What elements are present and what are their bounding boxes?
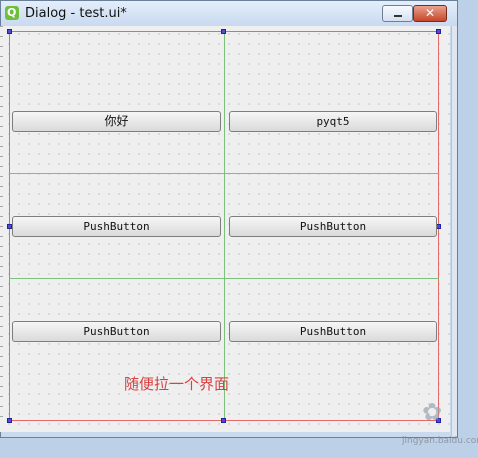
push-button-row3-right[interactable]: PushButton xyxy=(229,321,437,342)
baidu-watermark: ✿ jingyan.baidu.com xyxy=(402,398,478,452)
left-ruler xyxy=(0,26,3,426)
window-title: Dialog - test.ui* xyxy=(25,6,127,21)
grid-divider-horizontal-2 xyxy=(9,278,439,279)
qt-designer-icon: Q xyxy=(5,6,19,20)
resize-handle-top-right[interactable] xyxy=(436,29,441,34)
push-button-pyqt5[interactable]: pyqt5 xyxy=(229,111,437,132)
minimize-icon xyxy=(394,15,402,17)
baidu-paw-icon: ✿ xyxy=(422,398,443,426)
grid-divider-vertical xyxy=(224,31,225,421)
close-button[interactable]: ✕ xyxy=(413,5,447,22)
resize-handle-bottom-left[interactable] xyxy=(7,418,12,423)
push-button-row2-right[interactable]: PushButton xyxy=(229,216,437,237)
push-button-row2-left[interactable]: PushButton xyxy=(12,216,221,237)
minimize-button[interactable] xyxy=(382,5,413,22)
resize-handle-top-middle[interactable] xyxy=(221,29,226,34)
annotation-text: 随便拉一个界面 xyxy=(124,375,230,393)
push-button-row3-left[interactable]: PushButton xyxy=(12,321,221,342)
watermark-url: jingyan.baidu.com xyxy=(402,436,478,446)
resize-handle-top-left[interactable] xyxy=(7,29,12,34)
push-button-hello[interactable]: 你好 xyxy=(12,111,221,132)
grid-divider-horizontal-1 xyxy=(9,173,439,174)
vertical-scrollbar[interactable] xyxy=(451,26,457,436)
title-bar[interactable]: Q Dialog - test.ui* ✕ xyxy=(1,1,457,27)
resize-handle-bottom-middle[interactable] xyxy=(221,418,226,423)
